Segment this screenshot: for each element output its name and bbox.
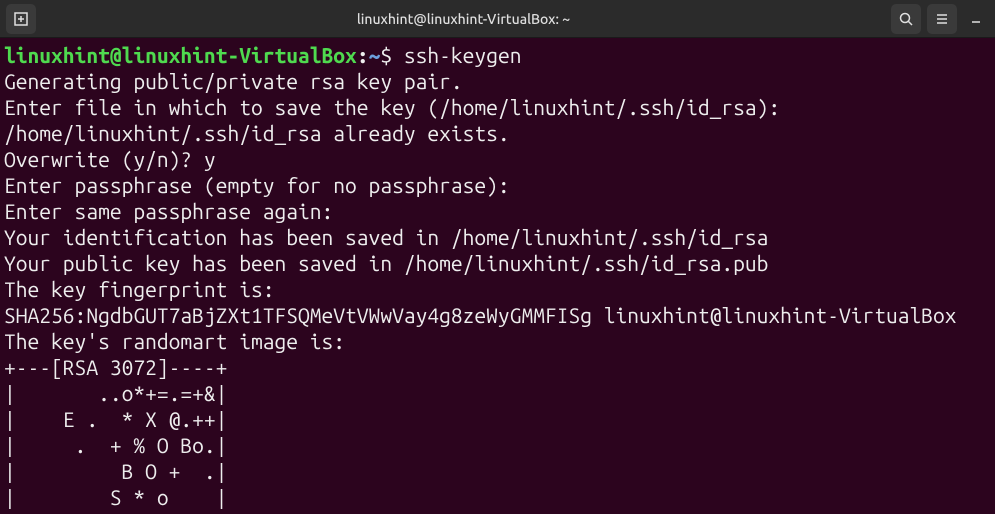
new-tab-button[interactable] — [6, 4, 36, 34]
prompt-dollar: $ — [380, 43, 404, 67]
output-line: SHA256:NgdbGUT7aBjZXt1TFSQMeVtVWwVay4g8z… — [4, 303, 957, 327]
prompt-user-host: linuxhint@linuxhint-VirtualBox — [4, 43, 357, 67]
terminal-output[interactable]: linuxhint@linuxhint-VirtualBox:~$ ssh-ke… — [0, 38, 995, 514]
output-line: Generating public/private rsa key pair. — [4, 69, 463, 93]
window-title: linuxhint@linuxhint-VirtualBox: ~ — [42, 11, 885, 27]
new-tab-icon — [13, 11, 29, 27]
prompt-colon: : — [357, 43, 369, 67]
window-titlebar: linuxhint@linuxhint-VirtualBox: ~ — [0, 0, 995, 38]
output-line: | E . * X @.++| — [4, 407, 227, 431]
output-line: +---[RSA 3072]----+ — [4, 355, 227, 379]
output-line: Enter file in which to save the key (/ho… — [4, 95, 780, 119]
output-line: | B O + .| — [4, 459, 227, 483]
output-line: Enter passphrase (empty for no passphras… — [4, 173, 510, 197]
output-line: /home/linuxhint/.ssh/id_rsa already exis… — [4, 121, 510, 145]
output-line: Enter same passphrase again: — [4, 199, 333, 223]
output-line: | S * o | — [4, 485, 227, 509]
output-line: | ..o*+=.=+&| — [4, 381, 227, 405]
minimize-icon — [969, 12, 983, 26]
search-button[interactable] — [891, 4, 921, 34]
command-text: ssh-keygen — [404, 43, 522, 67]
output-line: The key fingerprint is: — [4, 277, 274, 301]
hamburger-icon — [934, 11, 950, 27]
minimize-button[interactable] — [963, 6, 989, 32]
output-line: Your public key has been saved in /home/… — [4, 251, 768, 275]
prompt-path: ~ — [369, 43, 381, 67]
output-line: Your identification has been saved in /h… — [4, 225, 768, 249]
output-line: | . + % O Bo.| — [4, 433, 227, 457]
menu-button[interactable] — [927, 4, 957, 34]
output-line: The key's randomart image is: — [4, 329, 345, 353]
output-line: Overwrite (y/n)? y — [4, 147, 216, 171]
search-icon — [898, 11, 914, 27]
